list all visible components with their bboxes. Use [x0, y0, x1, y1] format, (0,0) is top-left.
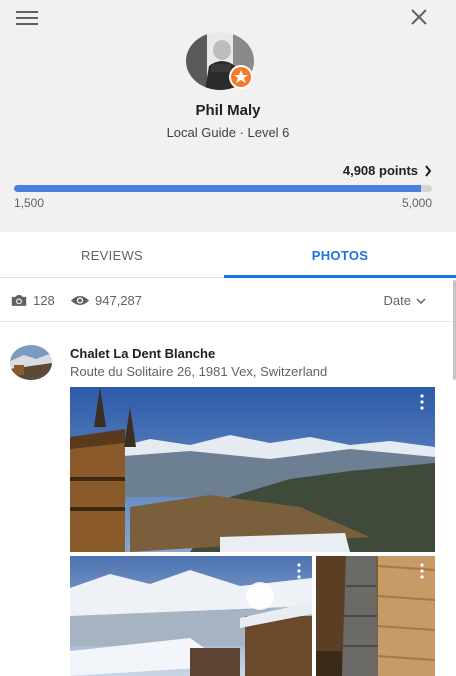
points-progress-bar — [14, 185, 432, 192]
photo-count: 128 — [10, 293, 55, 308]
sort-dropdown[interactable]: Date — [384, 293, 426, 308]
profile-level: Local Guide · Level 6 — [166, 125, 290, 140]
photo-count-value: 128 — [33, 293, 55, 308]
sort-label: Date — [383, 293, 411, 308]
view-count-value: 947,287 — [95, 293, 142, 308]
profile-header: Phil Maly Local Guide · Level 6 4,908 po… — [0, 0, 456, 232]
snow-landscape-photo — [70, 556, 312, 676]
points-progress-fill — [14, 185, 422, 192]
place-thumbnail[interactable] — [10, 345, 52, 380]
more-vert-icon[interactable] — [419, 562, 425, 580]
chevron-right-icon — [425, 164, 432, 177]
photo-tertiary[interactable] — [316, 556, 435, 676]
progress-max-label: 5,000 — [401, 196, 432, 210]
camera-icon — [11, 295, 27, 306]
photo-main[interactable] — [70, 387, 435, 552]
place-address: Route du Solitaire 26, 1981 Vex, Switzer… — [70, 364, 328, 379]
photo-secondary[interactable] — [70, 556, 312, 676]
close-icon[interactable] — [408, 6, 430, 28]
points-link[interactable]: 4,908 points — [343, 163, 432, 178]
more-vert-icon[interactable] — [419, 393, 425, 411]
photo-stats-bar: 128 947,287 Date — [0, 280, 456, 322]
tab-bar: REVIEWS PHOTOS — [0, 232, 456, 278]
points-label: 4,908 points — [342, 163, 418, 178]
more-vert-icon[interactable] — [296, 562, 302, 580]
avatar[interactable] — [185, 32, 255, 90]
landscape-photo — [70, 387, 435, 552]
profile-name: Phil Maly — [195, 102, 261, 119]
progress-min-label: 1,500 — [14, 196, 45, 210]
eye-icon — [70, 295, 90, 306]
place-name[interactable]: Chalet La Dent Blanche — [70, 346, 215, 361]
interior-photo — [316, 556, 435, 676]
tab-active-indicator — [224, 275, 456, 278]
tab-reviews[interactable]: REVIEWS — [0, 232, 224, 278]
menu-icon[interactable] — [14, 8, 40, 28]
view-count: 947,287 — [70, 293, 142, 308]
tab-photos[interactable]: PHOTOS — [224, 232, 456, 278]
chevron-down-icon — [416, 297, 426, 304]
